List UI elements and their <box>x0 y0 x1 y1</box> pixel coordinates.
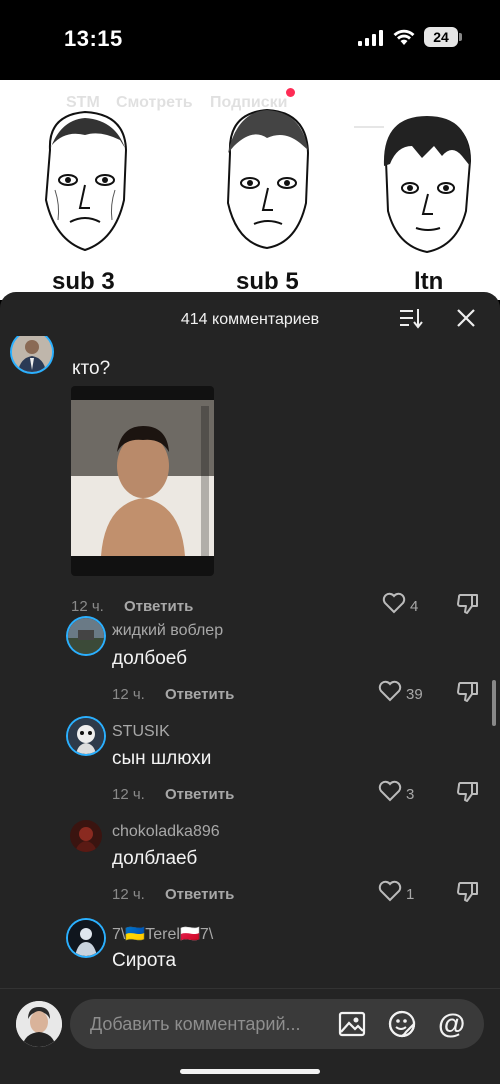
cellular-signal-icon <box>358 30 383 46</box>
scrollbar[interactable] <box>492 680 496 726</box>
image-icon[interactable] <box>338 1010 366 1038</box>
like-count: 3 <box>406 786 415 803</box>
comment-item: STUSIK сын шлюхи 12 ч. Ответить 3 <box>0 718 500 818</box>
comments-count-title: 414 комментариев <box>180 311 320 328</box>
nav-active-underline <box>354 126 384 128</box>
comment-text: Сирота <box>112 950 177 971</box>
live-tv-icon[interactable] <box>22 88 50 116</box>
silhouette-avatar-icon <box>68 920 104 956</box>
comment-username[interactable]: жидкий воблер <box>112 622 223 640</box>
nav-watch[interactable]: Смотреть <box>116 94 193 112</box>
emoji-icon[interactable] <box>388 1010 416 1038</box>
reply-button[interactable]: Ответить <box>165 686 234 703</box>
like-count: 4 <box>410 598 419 615</box>
top-navigation: STM Смотреть Подписки Рекомендации <box>0 86 500 128</box>
comment-username[interactable]: 7\🇺🇦Terel🇵🇱7\ <box>112 924 213 944</box>
like-count: 39 <box>406 686 423 703</box>
wifi-icon <box>393 29 415 45</box>
dislike-icon[interactable] <box>456 780 480 804</box>
avatar[interactable] <box>12 336 52 372</box>
cartoon-avatar-icon <box>68 718 104 754</box>
avatar[interactable] <box>68 920 104 956</box>
comment-username[interactable]: chokoladka896 <box>112 823 220 841</box>
comment-username[interactable]: STUSIK <box>112 723 170 741</box>
heart-icon[interactable] <box>378 680 402 702</box>
my-avatar[interactable] <box>16 1001 62 1047</box>
person-avatar-icon <box>12 336 52 372</box>
comment-text: сын шлюхи <box>112 748 212 769</box>
dislike-icon[interactable] <box>456 880 480 904</box>
comment-time: 12 ч. <box>112 786 145 803</box>
comments-list: кто? 12 ч. Ответить 4 жидкий воблер долб… <box>0 336 500 986</box>
comment-text: долбоеб <box>112 648 188 669</box>
comment-input-bar: @ <box>0 988 500 1084</box>
comment-time: 12 ч. <box>112 686 145 703</box>
reply-button[interactable]: Ответить <box>165 886 234 903</box>
status-time: 13:15 <box>64 26 123 51</box>
home-indicator <box>180 1069 320 1074</box>
dark-avatar-icon <box>70 820 102 852</box>
comment-time: 12 ч. <box>71 598 104 615</box>
comment-input[interactable] <box>90 999 340 1049</box>
comment-item: кто? 12 ч. Ответить 4 <box>0 336 500 615</box>
avatar[interactable] <box>68 618 104 654</box>
status-bar: 13:15 24 <box>0 0 500 80</box>
reply-button[interactable]: Ответить <box>165 786 234 803</box>
mention-icon[interactable]: @ <box>438 1008 465 1040</box>
battery-icon: 24 <box>424 27 458 47</box>
landscape-avatar-icon <box>68 618 104 654</box>
face-sketch-2 <box>226 108 310 250</box>
heart-icon[interactable] <box>378 780 402 802</box>
nav-stm[interactable]: STM <box>66 94 100 112</box>
profile-avatar-icon <box>16 1001 62 1047</box>
nav-for-you[interactable]: Рекомендации <box>306 94 422 112</box>
reply-button[interactable]: Ответить <box>124 598 193 615</box>
comments-sheet: 414 комментариев кто? 12 ч. Ответить 4 ж… <box>0 292 500 1084</box>
comment-item: 7\🇺🇦Terel🇵🇱7\ Сирота <box>0 920 500 986</box>
heart-icon[interactable] <box>382 592 406 614</box>
dislike-icon[interactable] <box>456 680 480 704</box>
comment-item: chokoladka896 долблаеб 12 ч. Ответить 1 <box>0 818 500 918</box>
avatar[interactable] <box>70 820 102 852</box>
comment-input-pill: @ <box>70 999 484 1049</box>
nav-following[interactable]: Подписки <box>210 94 287 112</box>
selfie-photo-icon <box>71 386 214 576</box>
notification-dot <box>286 88 295 97</box>
avatar[interactable] <box>68 718 104 754</box>
like-count: 1 <box>406 886 415 903</box>
face-sketch-3 <box>383 116 472 254</box>
face-sketch-1 <box>44 110 128 252</box>
comment-text: долблаеб <box>112 848 198 869</box>
search-icon[interactable] <box>450 88 480 118</box>
comment-item: жидкий воблер долбоеб 12 ч. Ответить 39 <box>0 618 500 718</box>
dislike-icon[interactable] <box>456 592 480 616</box>
close-icon[interactable] <box>456 308 476 328</box>
comment-photo[interactable] <box>71 386 214 576</box>
sort-icon[interactable] <box>399 307 423 329</box>
battery-cap <box>459 33 462 41</box>
comment-text: кто? <box>72 358 111 379</box>
comment-time: 12 ч. <box>112 886 145 903</box>
heart-icon[interactable] <box>378 880 402 902</box>
